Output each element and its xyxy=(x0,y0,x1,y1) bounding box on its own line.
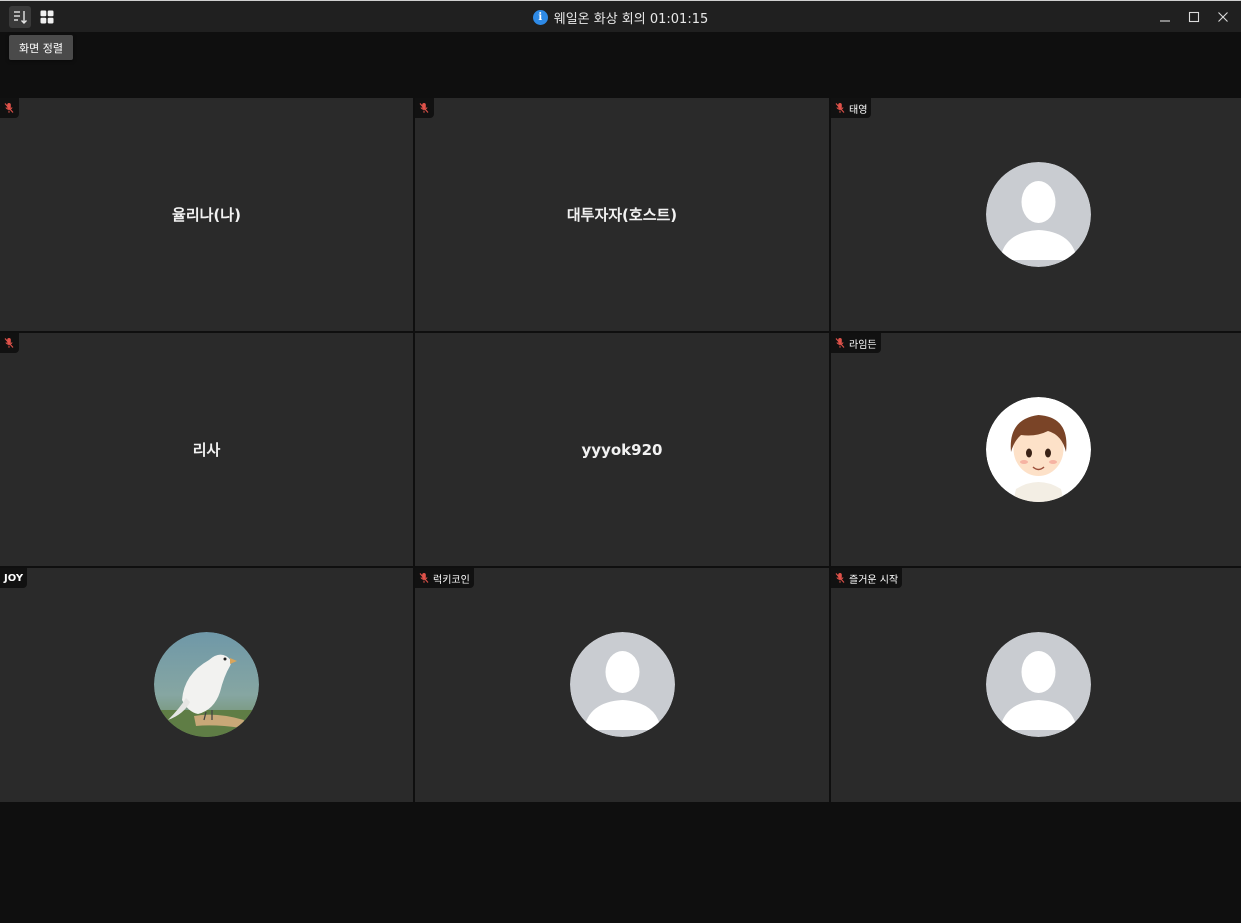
default-person-icon xyxy=(570,632,675,737)
participant-tile[interactable]: 즐거운 시작 xyxy=(831,568,1241,802)
participant-tile[interactable]: 대투자자(호스트) xyxy=(415,98,829,331)
participant-tag: 즐거운 시작 xyxy=(831,568,903,588)
info-icon[interactable]: i xyxy=(532,9,548,25)
participant-tile[interactable]: 럭키코인 xyxy=(415,568,829,802)
default-person-icon xyxy=(986,632,1091,737)
participant-tag-name: JOY xyxy=(4,572,24,584)
participant-tag: 태영 xyxy=(831,98,872,118)
participant-tag: 럭키코인 xyxy=(415,568,474,588)
default-person-icon xyxy=(986,162,1091,267)
default-avatar xyxy=(570,632,675,737)
mic-muted-icon xyxy=(835,573,845,583)
participant-tag-name: 럭키코인 xyxy=(433,574,470,586)
participant-tile[interactable]: 라임든 xyxy=(831,333,1241,566)
mic-muted-icon xyxy=(835,103,845,113)
title-bar: i 웨일온 화상 회의 01:01:15 xyxy=(0,0,1241,32)
participant-tile[interactable]: yyyok920 xyxy=(415,333,829,566)
participant-tag-name: 즐거운 시작 xyxy=(849,574,899,586)
profile-avatar xyxy=(154,632,259,737)
bottom-area xyxy=(0,802,1241,923)
profile-avatar xyxy=(986,397,1091,502)
grid-view-icon xyxy=(40,10,54,24)
sort-icon xyxy=(14,11,27,24)
maximize-button[interactable] xyxy=(1184,7,1204,27)
sort-button[interactable] xyxy=(9,6,31,28)
participant-tile[interactable]: 리사 xyxy=(0,333,413,566)
participant-tag-name: 라임든 xyxy=(849,339,877,351)
minimize-button[interactable] xyxy=(1155,7,1175,27)
minimize-icon xyxy=(1160,20,1170,22)
maximize-icon xyxy=(1188,11,1200,23)
default-avatar xyxy=(986,632,1091,737)
participant-tile[interactable]: JOY xyxy=(0,568,413,802)
mic-muted-icon xyxy=(835,338,845,348)
participant-tag-name: 태영 xyxy=(849,104,868,116)
participant-tile[interactable]: 율리나(나) xyxy=(0,98,413,331)
participant-tag: JOY xyxy=(0,568,28,588)
window-title-group: i 웨일온 화상 회의 01:01:15 xyxy=(0,1,1241,33)
close-button[interactable] xyxy=(1213,7,1233,27)
participant-grid: 율리나(나) 대투자자(호스트) 태영 리사 yyyok920 라임든 JOY … xyxy=(0,98,1241,802)
sort-tooltip: 화면 정렬 xyxy=(9,35,73,60)
mic-muted-icon xyxy=(419,573,429,583)
participant-tile[interactable]: 태영 xyxy=(831,98,1241,331)
participant-tag: 라임든 xyxy=(831,333,881,353)
window-title: 웨일온 화상 회의 01:01:15 xyxy=(553,11,709,27)
close-icon xyxy=(1218,12,1228,22)
white-bird-photo xyxy=(154,632,259,737)
participant-name: 율리나(나) xyxy=(172,206,241,224)
participant-name: 리사 xyxy=(192,441,221,459)
grid-view-button[interactable] xyxy=(36,6,58,28)
cartoon-face-photo xyxy=(986,397,1091,502)
participant-name: 대투자자(호스트) xyxy=(566,206,678,224)
default-avatar xyxy=(986,162,1091,267)
participant-name: yyyok920 xyxy=(581,440,663,459)
